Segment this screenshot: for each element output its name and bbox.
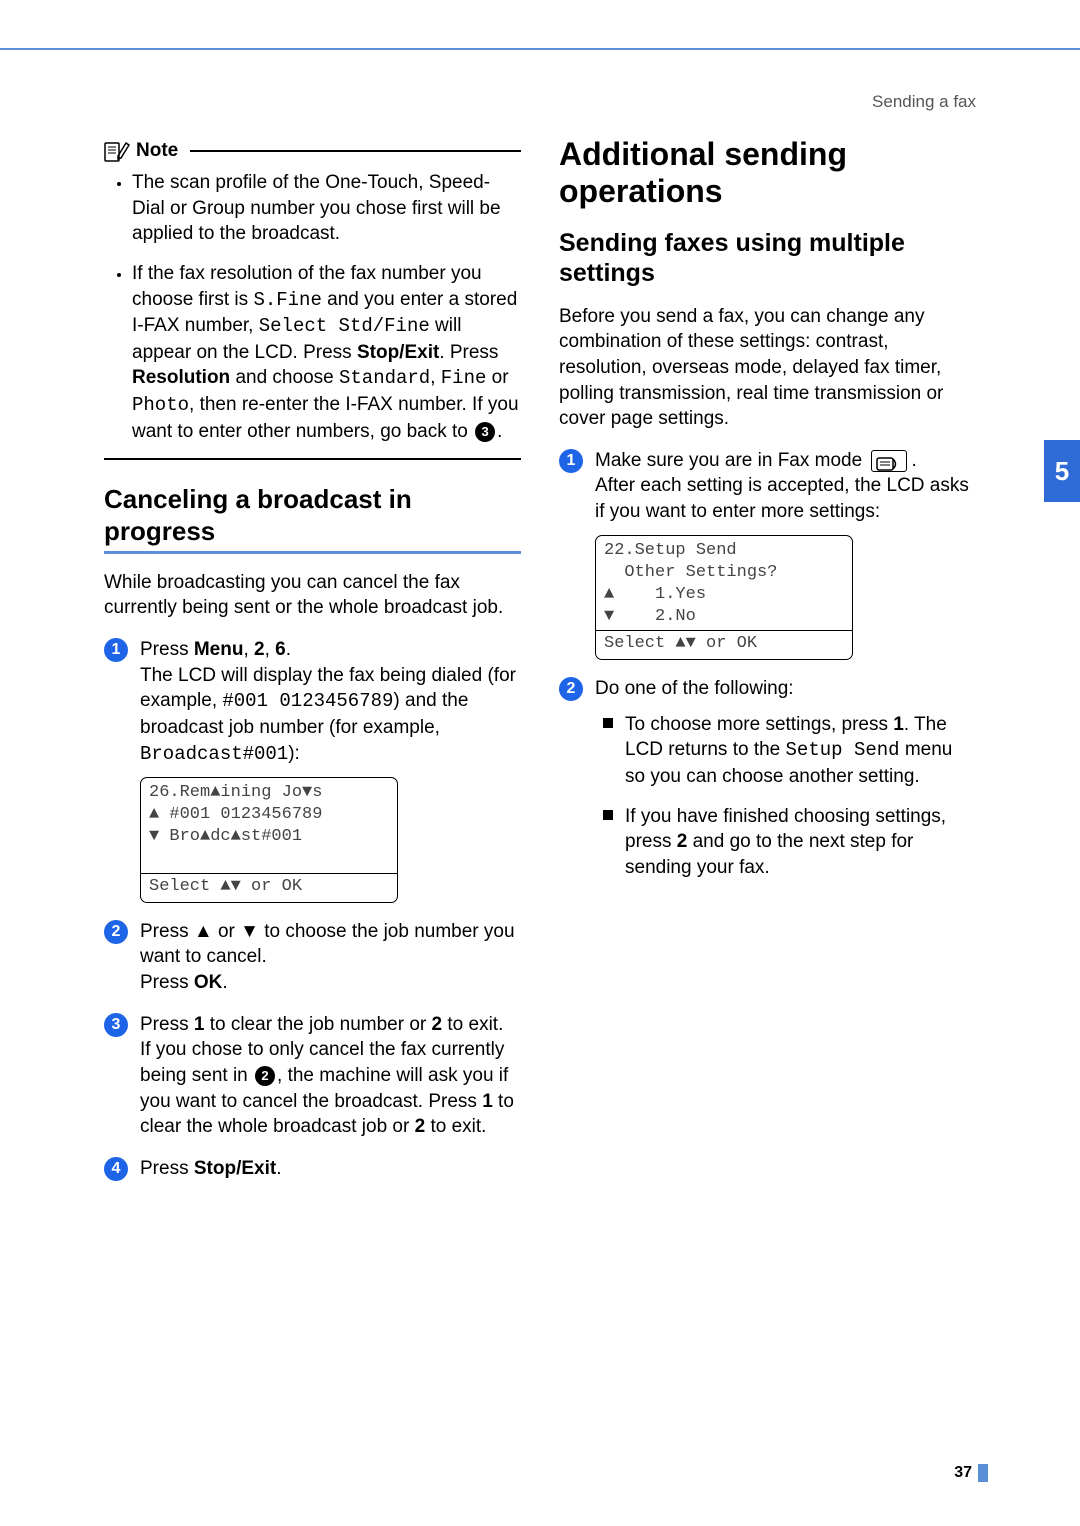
option-more-settings: To choose more settings, press 1. The LC…	[603, 712, 976, 790]
heading-multiple-settings: Sending faxes using multiple settings	[559, 228, 976, 288]
t: .	[911, 450, 916, 471]
t: .	[276, 1158, 281, 1179]
right-column: Additional sending operations Sending fa…	[559, 80, 976, 1486]
heading-cancel-broadcast: Canceling a broadcast in progress	[104, 484, 521, 546]
btn-menu: Menu	[194, 639, 244, 660]
ref-step-2-icon: 2	[255, 1066, 275, 1086]
up-arrow-icon: ▲	[194, 921, 213, 942]
step-badge-4: 4	[104, 1157, 128, 1181]
fax-mode-icon	[871, 450, 907, 472]
cancel-step-2: 2 Press ▲ or ▼ to choose the job number …	[104, 919, 521, 996]
t: Press	[140, 1014, 194, 1035]
t: Press	[140, 972, 194, 993]
note-header-rule	[190, 150, 521, 152]
ref-step-3-icon: 3	[475, 422, 495, 442]
t: to exit.	[442, 1014, 503, 1035]
lcd-line: ▲ #001 0123456789	[149, 804, 389, 826]
note-bullet-2: If the fax resolution of the fax number …	[132, 261, 521, 444]
note-bullet-1-text: The scan profile of the One-Touch, Speed…	[132, 172, 501, 244]
lcd-footer: Select ▲▼ or OK	[141, 873, 397, 900]
down-arrow-icon: ▼	[240, 921, 259, 942]
heading-additional-sending: Additional sending operations	[559, 136, 976, 210]
step-badge-2: 2	[104, 920, 128, 944]
page-number-bar	[978, 1464, 988, 1482]
t: Press	[140, 1158, 194, 1179]
t: or	[213, 921, 240, 942]
lcd-line: Other Settings?	[604, 562, 844, 584]
multi-step-1: 1 Make sure you are in Fax mode . After …	[559, 448, 976, 660]
multiple-settings-intro: Before you send a fax, you can change an…	[559, 304, 976, 432]
t: Make sure you are in Fax mode	[595, 450, 867, 471]
t: To choose more settings, press	[625, 714, 893, 735]
t: .	[286, 639, 291, 660]
lcd-line: ▼ 2.No	[604, 606, 844, 628]
t: to exit.	[425, 1116, 486, 1137]
t: ,	[430, 367, 441, 388]
cancel-intro: While broadcasting you can cancel the fa…	[104, 570, 521, 621]
lcd-line: ▼ Bro▲dc▲st#001	[149, 826, 389, 848]
t: ,	[243, 639, 254, 660]
key-1: 1	[893, 714, 904, 735]
lcd-footer: Select ▲▼ or OK	[596, 630, 852, 657]
key-2: 2	[677, 831, 688, 852]
t: Do one of the following:	[595, 678, 794, 699]
top-rule	[0, 48, 1080, 50]
key-1: 1	[194, 1014, 205, 1035]
heading-rule	[104, 551, 521, 554]
note-icon	[104, 140, 130, 162]
code-select-std-fine: Select Std/Fine	[259, 315, 430, 337]
btn-stop-exit: Stop/Exit	[357, 342, 439, 363]
code-photo: Photo	[132, 394, 189, 416]
lcd-line: 22.Setup Send	[604, 540, 844, 562]
code-sfine: S.Fine	[253, 289, 321, 311]
code-broadcast-example: Broadcast#001	[140, 743, 288, 765]
note-bullet-1: The scan profile of the One-Touch, Speed…	[132, 170, 521, 247]
step-badge-1: 1	[559, 449, 583, 473]
chapter-tab: 5	[1044, 440, 1080, 502]
code-setup-send: Setup Send	[786, 739, 900, 761]
t: , then re-enter the I-FAX number. If you…	[132, 394, 519, 442]
option-finished: If you have finished choosing settings, …	[603, 804, 976, 881]
t: . Press	[439, 342, 498, 363]
code-fine: Fine	[441, 367, 487, 389]
t: ):	[288, 743, 300, 764]
cancel-step-1: 1 Press Menu, 2, 6. The LCD will display…	[104, 637, 521, 903]
t: .	[497, 421, 502, 442]
t: Press	[140, 639, 194, 660]
note-title: Note	[136, 140, 178, 162]
multi-step-2: 2 Do one of the following: To choose mor…	[559, 676, 976, 880]
key-2: 2	[432, 1014, 443, 1035]
key-2: 2	[254, 639, 265, 660]
t: to clear the job number or	[204, 1014, 431, 1035]
lcd-line	[149, 849, 389, 871]
lcd-line: 26.Rem▲ining Jo▼s	[149, 782, 389, 804]
btn-resolution: Resolution	[132, 367, 230, 388]
lcd-line: ▲ 1.Yes	[604, 584, 844, 606]
cancel-step-3: 3 Press 1 to clear the job number or 2 t…	[104, 1012, 521, 1140]
t: and choose	[230, 367, 339, 388]
t: or	[486, 367, 508, 388]
lcd-remaining-jobs: 26.Rem▲ining Jo▼s ▲ #001 0123456789 ▼ Br…	[140, 777, 398, 902]
step-badge-3: 3	[104, 1013, 128, 1037]
btn-stop-exit: Stop/Exit	[194, 1158, 276, 1179]
t: .	[222, 972, 227, 993]
left-column: Note The scan profile of the One-Touch, …	[104, 80, 521, 1486]
note-end-rule	[104, 458, 521, 460]
t: After each setting is accepted, the LCD …	[595, 475, 969, 522]
page-number: 37	[954, 1464, 972, 1482]
cancel-step-4: 4 Press Stop/Exit.	[104, 1156, 521, 1182]
step-badge-1: 1	[104, 638, 128, 662]
key-1: 1	[482, 1091, 493, 1112]
t: ,	[265, 639, 276, 660]
step-badge-2: 2	[559, 677, 583, 701]
t: Press	[140, 921, 194, 942]
code-dial-example: #001 0123456789	[222, 690, 393, 712]
lcd-setup-send: 22.Setup Send Other Settings? ▲ 1.Yes ▼ …	[595, 535, 853, 660]
key-6: 6	[275, 639, 286, 660]
btn-ok: OK	[194, 972, 223, 993]
code-standard: Standard	[339, 367, 430, 389]
key-2: 2	[415, 1116, 426, 1137]
